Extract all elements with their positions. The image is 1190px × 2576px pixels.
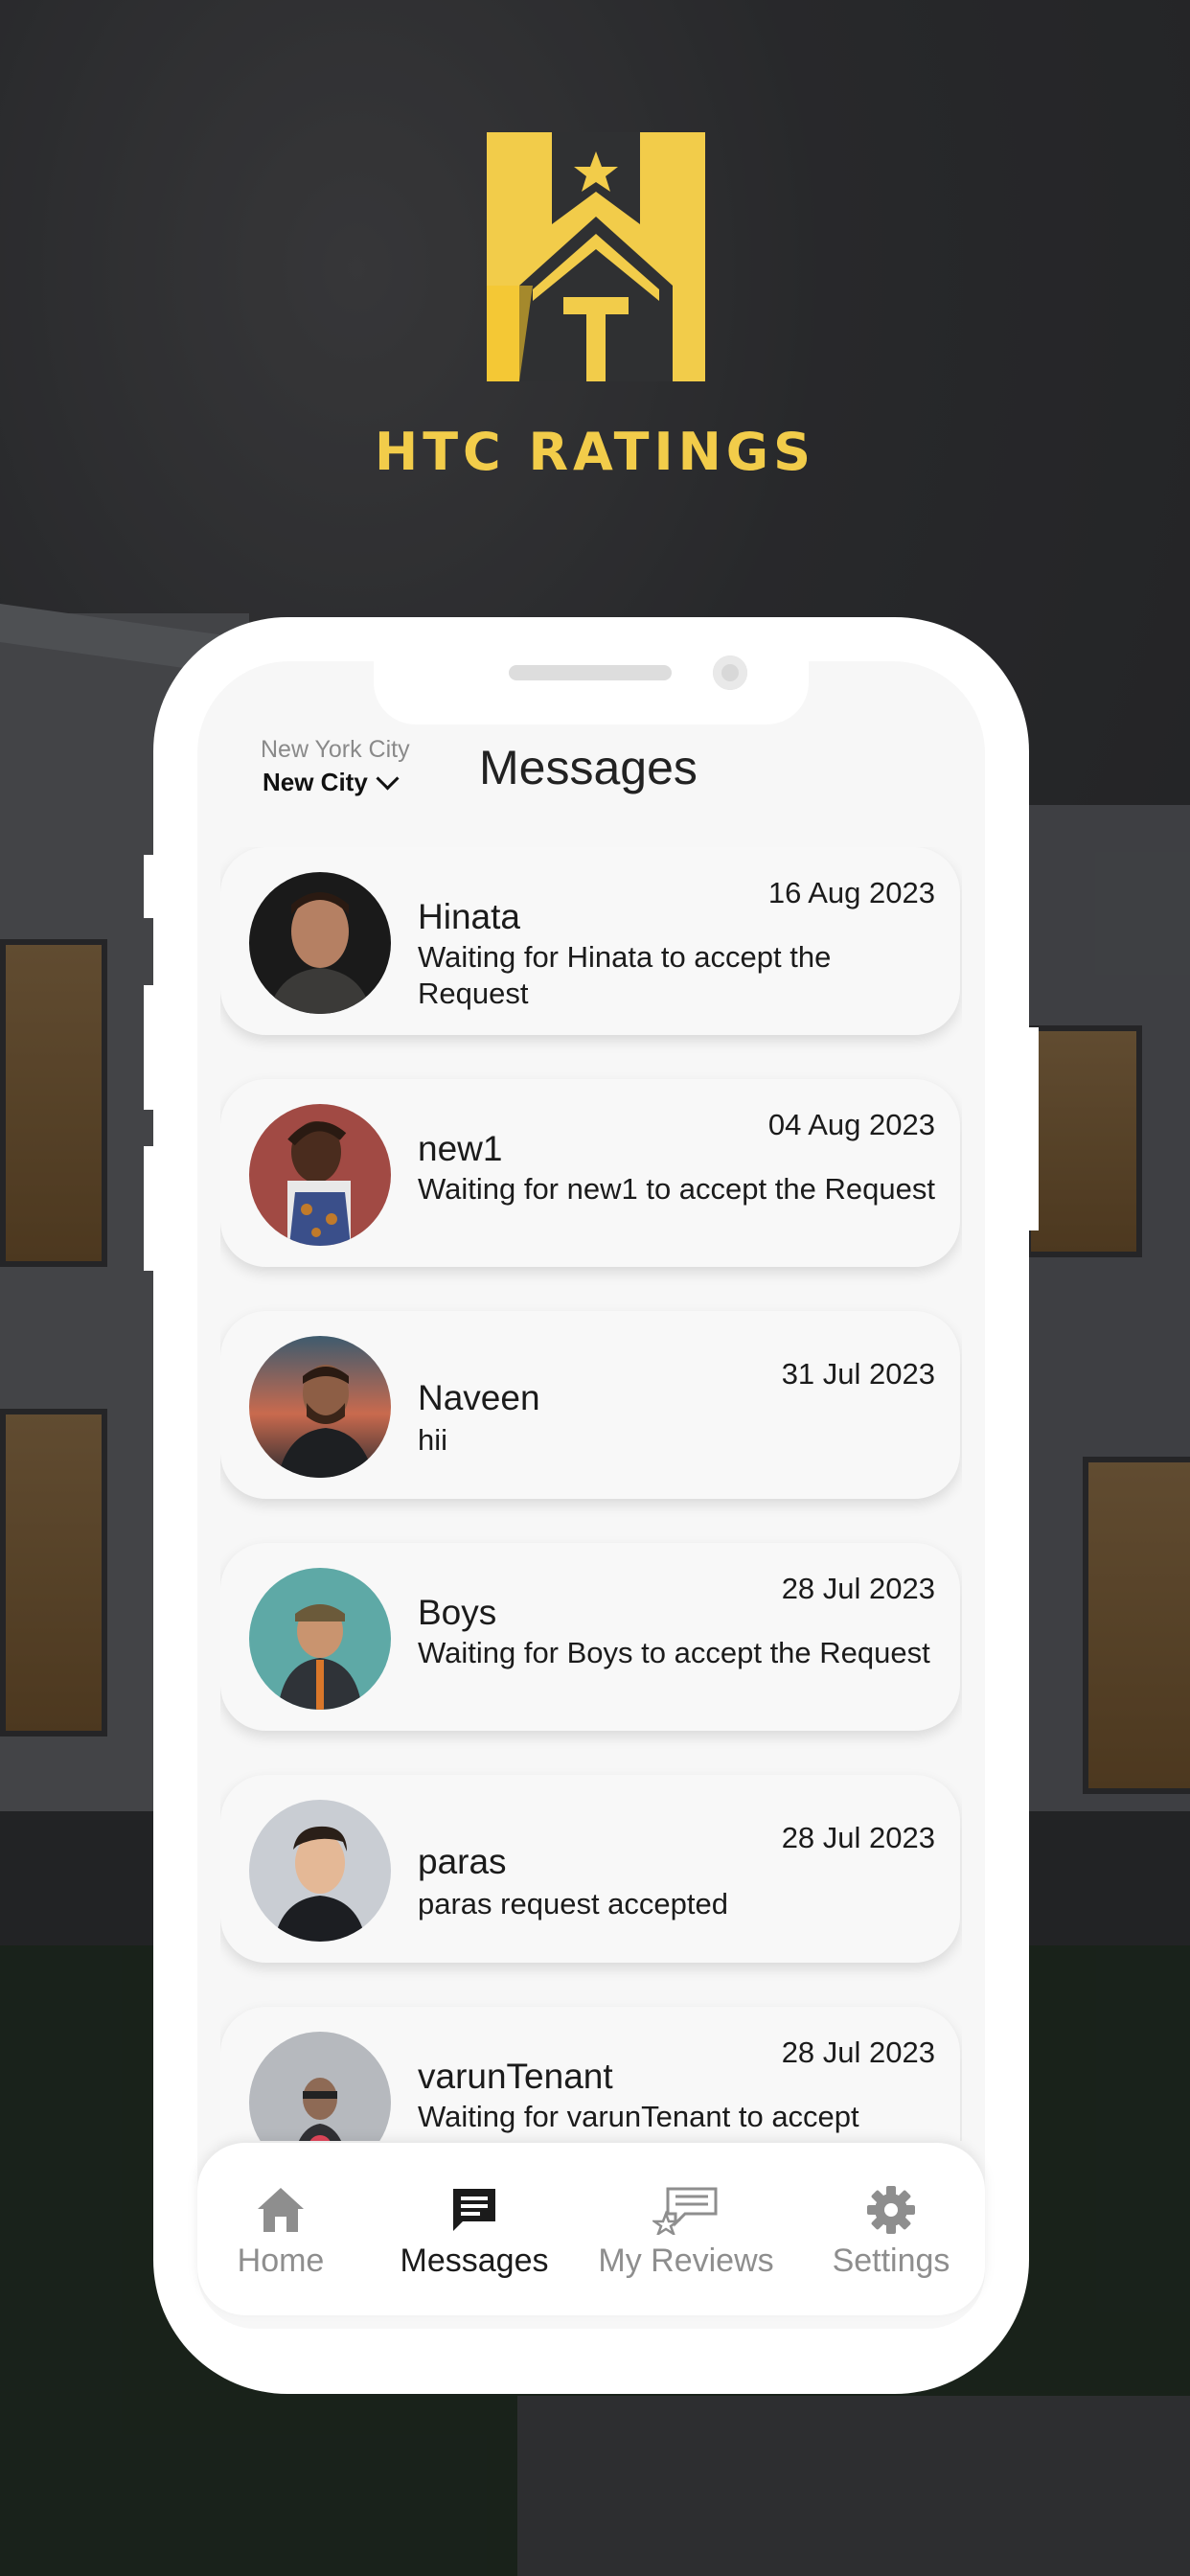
message-date: 28 Jul 2023 bbox=[781, 2036, 935, 2069]
message-preview: paras request accepted bbox=[418, 1887, 728, 1920]
chevron-down-icon bbox=[376, 767, 400, 791]
tab-label: Home bbox=[237, 2242, 325, 2279]
chat-icon bbox=[449, 2183, 499, 2237]
avatar bbox=[249, 1336, 391, 1478]
message-list[interactable]: Hinata 16 Aug 2023 Waiting for Hinata to… bbox=[220, 847, 962, 2141]
message-preview: Waiting for Hinata to accept the Request bbox=[418, 940, 832, 1010]
tab-settings[interactable]: Settings bbox=[807, 2143, 975, 2315]
reviews-icon bbox=[652, 2183, 720, 2237]
bottom-tab-bar: Home Messages My Reviews Settings bbox=[197, 2143, 985, 2315]
tab-my-reviews[interactable]: My Reviews bbox=[581, 2143, 791, 2315]
message-date: 28 Jul 2023 bbox=[781, 1821, 935, 1854]
message-card[interactable]: Hinata 16 Aug 2023 Waiting for Hinata to… bbox=[220, 847, 960, 1035]
tab-label: My Reviews bbox=[598, 2242, 774, 2279]
phone-speaker bbox=[509, 665, 672, 680]
house-star-logo-icon bbox=[487, 132, 705, 381]
contact-name: paras bbox=[418, 1842, 507, 1881]
tab-label: Settings bbox=[832, 2242, 950, 2279]
contact-name: Naveen bbox=[418, 1378, 540, 1417]
tab-home[interactable]: Home bbox=[209, 2143, 353, 2315]
home-icon bbox=[256, 2183, 306, 2237]
message-date: 28 Jul 2023 bbox=[781, 1572, 935, 1605]
message-card[interactable]: varunTenant 28 Jul 2023 Waiting for varu… bbox=[220, 2007, 960, 2141]
message-preview: hii bbox=[418, 1423, 448, 1457]
message-preview: Waiting for varunTenant to accept bbox=[418, 2100, 859, 2133]
city-dropdown[interactable]: New City bbox=[263, 767, 400, 797]
avatar bbox=[249, 2032, 391, 2141]
page-title: Messages bbox=[479, 741, 698, 794]
contact-name: varunTenant bbox=[418, 2057, 613, 2096]
location-label: New York City bbox=[261, 736, 410, 763]
contact-name: Hinata bbox=[418, 897, 520, 936]
city-dropdown-value: New City bbox=[263, 768, 368, 796]
avatar bbox=[249, 1800, 391, 1942]
message-date: 04 Aug 2023 bbox=[767, 1108, 935, 1141]
avatar bbox=[249, 1104, 391, 1246]
message-date: 31 Jul 2023 bbox=[781, 1357, 935, 1391]
gear-icon bbox=[865, 2183, 917, 2237]
avatar bbox=[249, 872, 391, 1014]
message-preview: Waiting for new1 to accept the Request bbox=[418, 1172, 935, 1206]
avatar bbox=[249, 1568, 391, 1710]
phone-camera bbox=[713, 656, 747, 690]
brand-name: HTC RATINGS bbox=[375, 422, 815, 482]
message-card[interactable]: new1 04 Aug 2023 Waiting for new1 to acc… bbox=[220, 1079, 960, 1267]
message-date: 16 Aug 2023 bbox=[767, 876, 935, 909]
tab-label: Messages bbox=[400, 2242, 549, 2279]
message-card[interactable]: paras 28 Jul 2023 paras request accepted bbox=[220, 1775, 960, 1963]
tab-messages[interactable]: Messages bbox=[364, 2143, 584, 2315]
message-preview: Waiting for Boys to accept the Request bbox=[418, 1636, 930, 1669]
contact-name: Boys bbox=[418, 1593, 497, 1632]
contact-name: new1 bbox=[418, 1129, 503, 1168]
message-card[interactable]: Naveen 31 Jul 2023 hii bbox=[220, 1311, 960, 1499]
message-card[interactable]: Boys 28 Jul 2023 Waiting for Boys to acc… bbox=[220, 1543, 960, 1731]
